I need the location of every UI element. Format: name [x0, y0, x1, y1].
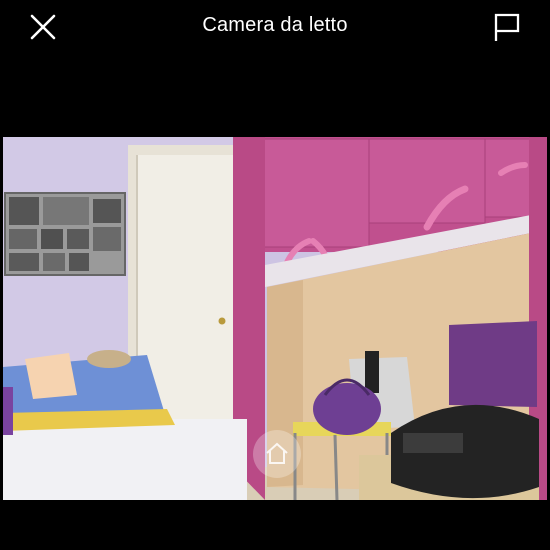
top-bar: Camera da letto [0, 0, 550, 54]
page-title: Camera da letto [202, 14, 348, 36]
picture-frame [4, 192, 126, 276]
home-icon [266, 442, 288, 464]
flag-icon [494, 13, 520, 41]
watermark [253, 430, 301, 478]
room-photo[interactable] [3, 137, 547, 500]
report-button[interactable] [490, 10, 524, 44]
